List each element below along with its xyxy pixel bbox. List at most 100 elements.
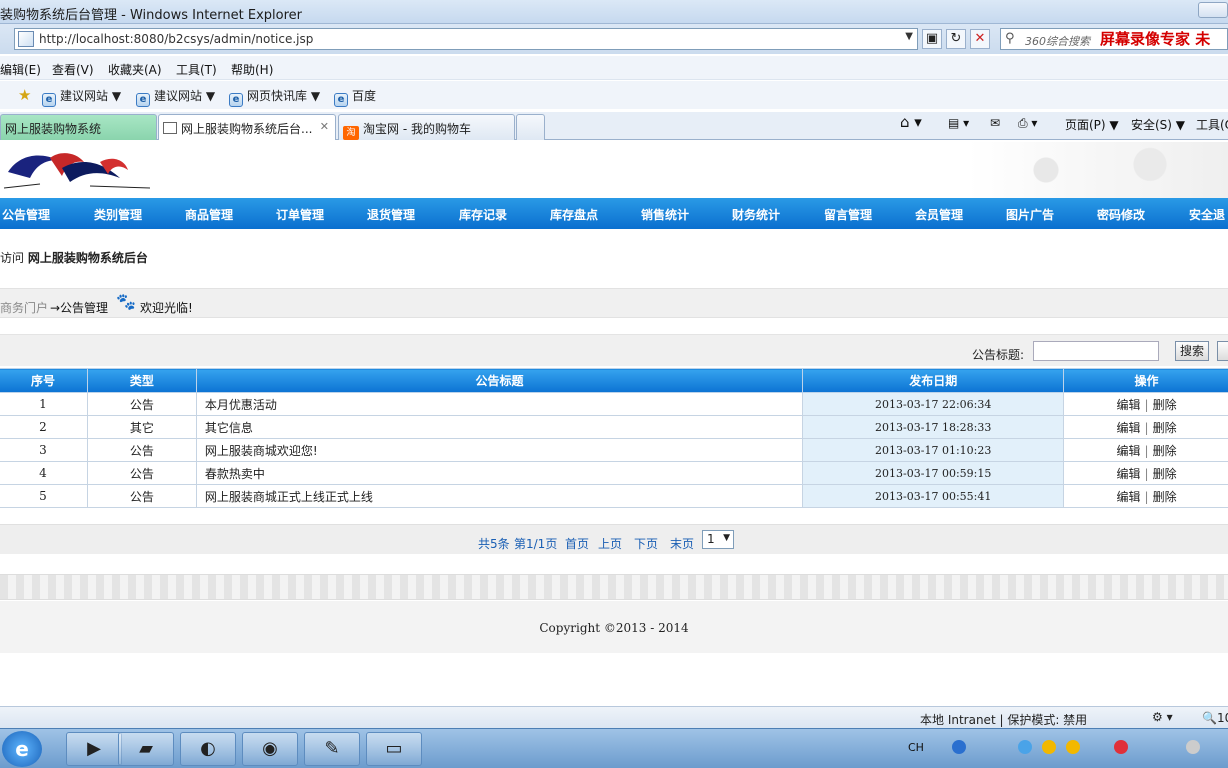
compat-view-icon[interactable]: ▣: [922, 29, 942, 49]
nav-finance-stats[interactable]: 财务统计: [732, 206, 780, 223]
input-lang[interactable]: CH: [908, 741, 924, 754]
row-type: 公告: [86, 484, 197, 508]
delete-link[interactable]: 删除: [1153, 490, 1177, 504]
table-header-row: 序号 类型 公告标题 发布日期 操作: [0, 368, 1228, 393]
zoom-level[interactable]: 🔍10: [1202, 711, 1228, 725]
notes-app-icon[interactable]: ▰: [118, 732, 174, 766]
refresh-icon[interactable]: ↻: [946, 29, 966, 49]
breadcrumb-root[interactable]: 商务门户: [0, 299, 48, 316]
edit-link[interactable]: 编辑: [1117, 421, 1141, 435]
welcome-site: 网上服装购物系统后台: [27, 251, 148, 265]
pager-last[interactable]: 末页: [670, 535, 694, 552]
footer: Copyright ©2013 - 2014: [0, 601, 1228, 653]
zone-settings-icon[interactable]: ⚙ ▾: [1152, 710, 1173, 724]
nav-notice[interactable]: 公告管理: [2, 206, 50, 223]
pager-prev[interactable]: 上页: [598, 535, 622, 552]
menu-tools[interactable]: 工具(T): [176, 61, 217, 78]
nav-return[interactable]: 退货管理: [367, 206, 415, 223]
nav-stock-check[interactable]: 库存盘点: [550, 206, 598, 223]
qq-tray-icon-2[interactable]: [1066, 740, 1080, 754]
delete-link[interactable]: 删除: [1153, 467, 1177, 481]
stop-icon[interactable]: ✕: [970, 29, 990, 49]
editor-app-icon[interactable]: ✎: [304, 732, 360, 766]
nav-members[interactable]: 会员管理: [915, 206, 963, 223]
ie-page-icon: e: [334, 93, 348, 107]
new-tab-button[interactable]: [516, 114, 545, 140]
row-ops: 编辑 | 删除: [1063, 461, 1228, 485]
address-bar[interactable]: http://localhost:8080/b2csys/admin/notic…: [14, 28, 918, 50]
row-date: 2013-03-17 22:06:34: [802, 392, 1065, 416]
notice-title-input[interactable]: [1033, 341, 1159, 361]
search-button[interactable]: 搜索: [1175, 341, 1209, 361]
row-title: 其它信息: [195, 415, 804, 439]
menu-help[interactable]: 帮助(H): [231, 61, 273, 78]
row-title: 网上服装商城欢迎您!: [195, 438, 804, 462]
nav-product[interactable]: 商品管理: [185, 206, 233, 223]
security-zone[interactable]: 本地 Intranet | 保护模式: 禁用: [920, 711, 1087, 728]
edit-link[interactable]: 编辑: [1117, 490, 1141, 504]
network-tray-icon[interactable]: [1018, 740, 1032, 754]
row-type: 公告: [86, 392, 197, 416]
tab-admin[interactable]: 网上服装购物系统后台... ✕: [158, 114, 336, 140]
nav-category[interactable]: 类别管理: [94, 206, 142, 223]
menu-favorites[interactable]: 收藏夹(A): [108, 61, 162, 78]
nav-stock-record[interactable]: 库存记录: [459, 206, 507, 223]
delete-link[interactable]: 删除: [1153, 421, 1177, 435]
nav-order[interactable]: 订单管理: [276, 206, 324, 223]
page-menu[interactable]: 页面(P) ▼: [1065, 116, 1119, 133]
ie-taskbar-icon[interactable]: e: [2, 731, 42, 767]
window-titlebar: 装购物系统后台管理 - Windows Internet Explorer: [0, 0, 1228, 24]
edit-link[interactable]: 编辑: [1117, 444, 1141, 458]
feeds-icon[interactable]: ▤ ▾: [948, 116, 969, 130]
mail-icon[interactable]: ✉: [990, 116, 1000, 130]
folder-icon[interactable]: ▭: [366, 732, 422, 766]
nav-logout[interactable]: 安全退: [1189, 206, 1225, 223]
close-window-button[interactable]: [1198, 2, 1228, 18]
nav-sales-stats[interactable]: 销售统计: [641, 206, 689, 223]
page-select[interactable]: 1 ▼: [702, 530, 734, 549]
fav-baidu[interactable]: e 百度: [334, 87, 376, 107]
add-button[interactable]: [1217, 341, 1228, 361]
menu-view[interactable]: 查看(V): [52, 61, 94, 78]
chevron-down-icon: ▼: [723, 533, 730, 543]
pager-first[interactable]: 首页: [565, 535, 589, 552]
home-icon[interactable]: ⌂ ▾: [900, 113, 922, 131]
help-tray-icon[interactable]: [952, 740, 966, 754]
welcome-prefix: 访问: [0, 251, 25, 265]
qq-tray-icon[interactable]: [1042, 740, 1056, 754]
fav-webslices[interactable]: e 网页快讯库 ▼: [229, 87, 320, 107]
row-no: 2: [0, 415, 88, 439]
nav-messages[interactable]: 留言管理: [824, 206, 872, 223]
media-player-icon[interactable]: ▶: [66, 732, 122, 766]
col-date: 发布日期: [802, 368, 1065, 393]
edit-link[interactable]: 编辑: [1117, 398, 1141, 412]
ie-page-icon: e: [136, 93, 150, 107]
edit-link[interactable]: 编辑: [1117, 467, 1141, 481]
safety-menu[interactable]: 安全(S) ▼: [1131, 116, 1185, 133]
favorites-bar: ★ e 建议网站 ▼ e 建议网站 ▼ e 网页快讯库 ▼ e 百度: [0, 81, 1228, 109]
tab-close-icon[interactable]: ✕: [320, 120, 329, 133]
delete-link[interactable]: 删除: [1153, 444, 1177, 458]
tab-taobao[interactable]: 淘淘宝网 - 我的购物车: [338, 114, 515, 140]
window-title: 装购物系统后台管理 - Windows Internet Explorer: [0, 8, 302, 23]
nav-ads[interactable]: 图片广告: [1006, 206, 1054, 223]
delete-link[interactable]: 删除: [1153, 398, 1177, 412]
favorites-star-icon[interactable]: ★: [18, 86, 31, 104]
volume-tray-icon[interactable]: [1186, 740, 1200, 754]
print-icon[interactable]: ⎙ ▾: [1018, 116, 1037, 131]
pager-next[interactable]: 下页: [634, 535, 658, 552]
tools-menu[interactable]: 工具(O): [1196, 116, 1228, 133]
eclipse-icon[interactable]: ◐: [180, 732, 236, 766]
nav-password[interactable]: 密码修改: [1097, 206, 1145, 223]
browser-360-icon[interactable]: ◉: [242, 732, 298, 766]
pager-total: 共5条: [478, 537, 510, 551]
weibo-tray-icon[interactable]: [1114, 740, 1128, 754]
address-dropdown-icon[interactable]: ▼: [905, 31, 913, 42]
url-text[interactable]: http://localhost:8080/b2csys/admin/notic…: [39, 32, 313, 46]
taskbar: e ▶ ▰ ◐ ◉ ✎ ▭ CH: [0, 728, 1228, 768]
fav-suggested-1[interactable]: e 建议网站 ▼: [42, 87, 121, 107]
tab-shop[interactable]: 网上服装购物系统: [0, 114, 157, 140]
table-row: 1 公告 本月优惠活动 2013-03-17 22:06:34 编辑 | 删除: [0, 392, 1228, 416]
fav-suggested-2[interactable]: e 建议网站 ▼: [136, 87, 215, 107]
menu-edit[interactable]: 编辑(E): [0, 61, 41, 78]
